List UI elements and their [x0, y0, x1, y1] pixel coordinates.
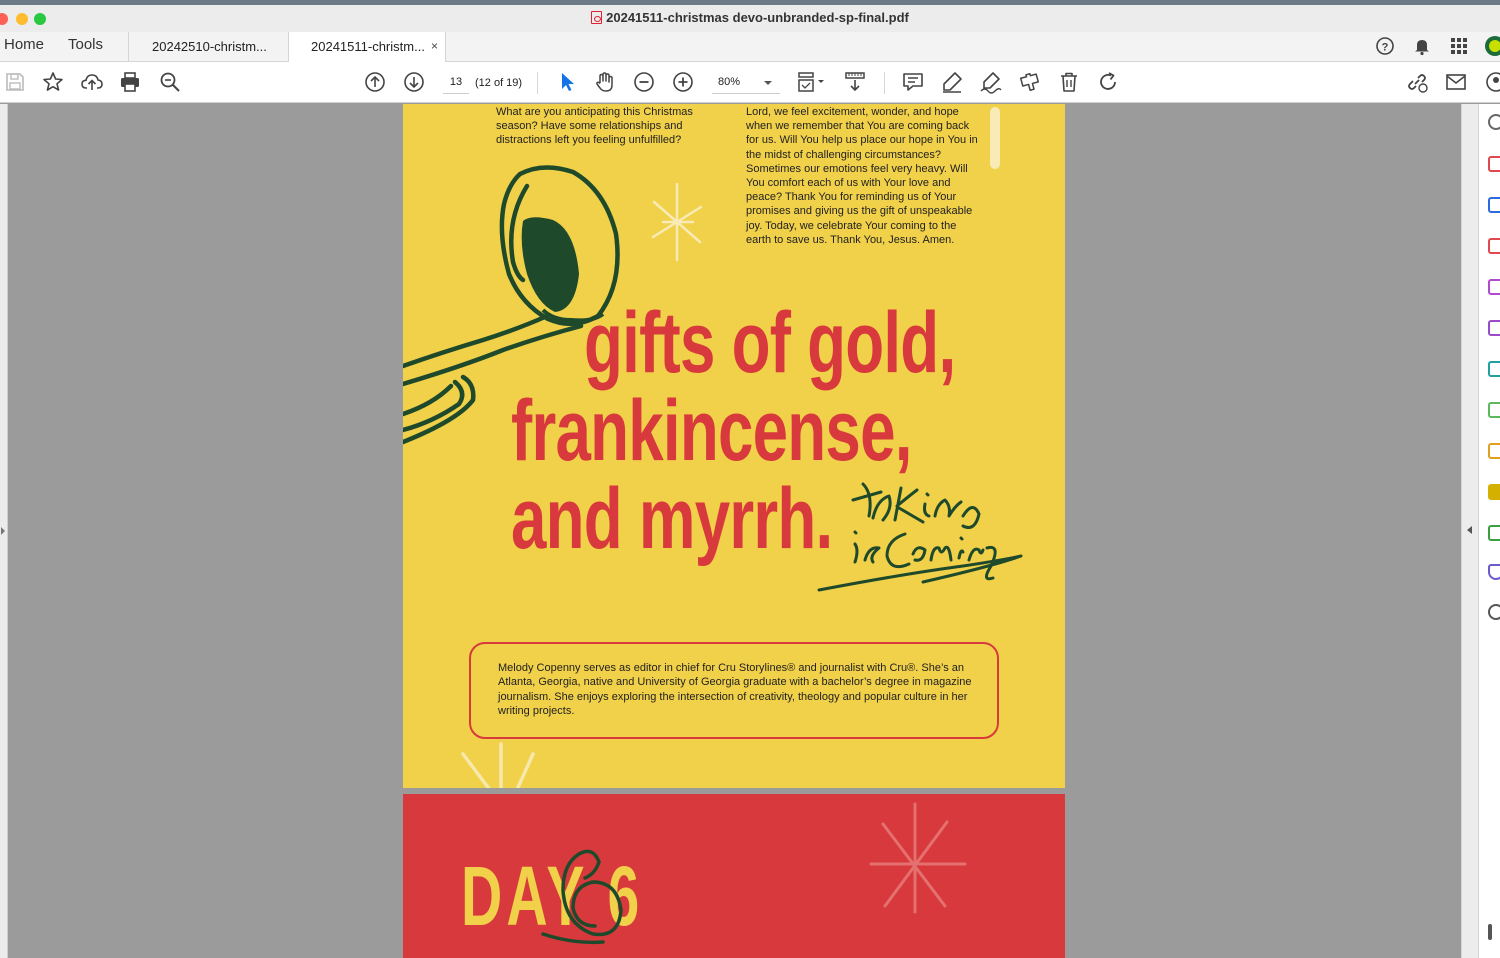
- document-tab[interactable]: 20242510-christm...: [128, 32, 288, 62]
- highlight-pen-icon[interactable]: [940, 70, 964, 94]
- tools-tab[interactable]: Tools: [68, 36, 103, 53]
- left-panel-toggle[interactable]: [0, 104, 8, 958]
- close-tab-icon[interactable]: ×: [431, 39, 438, 53]
- page-number-input[interactable]: 13: [443, 72, 469, 94]
- help-icon[interactable]: ?: [1375, 36, 1395, 61]
- document-tab-active[interactable]: 20241511-christm... ×: [288, 32, 446, 63]
- print-icon[interactable]: [118, 70, 142, 94]
- headline-line-2: frankincense,: [511, 383, 912, 479]
- chevron-down-icon: [764, 81, 772, 85]
- title-bar: 20241511-christmas devo-unbranded-sp-fin…: [0, 0, 1500, 32]
- document-tab-label: 20241511-christm...: [311, 39, 425, 54]
- email-icon[interactable]: [1444, 70, 1468, 94]
- page-count-label: (12 of 19): [475, 77, 523, 89]
- organize-pages-icon[interactable]: [1488, 402, 1500, 418]
- avatar[interactable]: [1484, 35, 1500, 62]
- reflection-question: What are you anticipating this Christmas…: [496, 106, 693, 147]
- share-link-icon[interactable]: [1405, 70, 1429, 94]
- rail-tool-icon[interactable]: [1488, 114, 1500, 130]
- zoom-in-icon[interactable]: [671, 70, 695, 94]
- french-horn-illustration: [541, 849, 623, 945]
- pdf-page: DAY 6: [403, 794, 1065, 958]
- zoom-out-icon[interactable]: [632, 70, 656, 94]
- rotate-icon[interactable]: [1096, 70, 1120, 94]
- rail-collapse-icon[interactable]: [1488, 924, 1492, 940]
- bell-icon[interactable]: [1412, 36, 1432, 61]
- bookmark-star-icon[interactable]: [41, 70, 65, 94]
- more-tools-wrench-icon[interactable]: [1488, 604, 1500, 620]
- create-pdf-icon[interactable]: [1488, 156, 1500, 172]
- document-tab-label: 20242510-christm...: [152, 39, 267, 54]
- prayer-text: Lord, we feel excitement, wonder, and ho…: [746, 106, 978, 246]
- trash-icon[interactable]: [1057, 70, 1081, 94]
- toolbar-divider: [537, 72, 538, 94]
- comment-icon[interactable]: [901, 70, 925, 94]
- pdf-file-icon: [591, 11, 603, 24]
- hand-tool-icon[interactable]: [593, 70, 617, 94]
- zoom-select[interactable]: 80%: [712, 72, 780, 94]
- author-bio-text: Melody Copenny serves as editor in chief…: [498, 662, 972, 717]
- zoom-value: 80%: [718, 76, 741, 88]
- page-layout-icon[interactable]: [796, 70, 828, 94]
- export-pdf-icon[interactable]: [1488, 238, 1500, 254]
- edit-pdf-icon[interactable]: [1488, 197, 1500, 213]
- headline-line-3: and myrrh.: [511, 471, 833, 567]
- pdf-page: What are you anticipating this Christmas…: [403, 104, 1065, 788]
- main-toolbar: 13 (12 of 19) 80%: [0, 62, 1500, 103]
- window-title: 20241511-christmas devo-unbranded-sp-fin…: [0, 10, 1500, 25]
- acrobat-window: 20241511-christmas devo-unbranded-sp-fin…: [0, 0, 1500, 958]
- previous-page-icon[interactable]: [363, 70, 387, 94]
- window-title-text: 20241511-christmas devo-unbranded-sp-fin…: [606, 10, 909, 25]
- star-decoration: [651, 182, 703, 262]
- account-icon[interactable]: [1484, 70, 1500, 94]
- draw-sign-icon[interactable]: [979, 70, 1003, 94]
- next-page-icon[interactable]: [402, 70, 426, 94]
- search-zoom-icon[interactable]: [158, 70, 182, 94]
- right-panel-toggle[interactable]: [1461, 104, 1478, 958]
- apps-grid-icon[interactable]: [1449, 36, 1469, 61]
- scan-ocr-icon[interactable]: [1488, 361, 1500, 377]
- script-text-drawing: [817, 482, 1023, 592]
- cloud-upload-icon[interactable]: [80, 70, 104, 94]
- author-bio-box: Melody Copenny serves as editor in chief…: [469, 642, 999, 739]
- scroll-mode-icon[interactable]: [843, 70, 867, 94]
- toolbar-divider: [884, 72, 885, 94]
- tab-bar: Home Tools 20242510-christm... 20241511-…: [0, 32, 1500, 63]
- headline-line-1: gifts of gold,: [584, 295, 956, 391]
- request-signature-icon[interactable]: [1488, 279, 1500, 295]
- svg-text:?: ?: [1382, 42, 1389, 54]
- select-cursor-icon[interactable]: [555, 70, 579, 94]
- comment-tool-icon[interactable]: [1488, 484, 1500, 500]
- compress-pdf-icon[interactable]: [1488, 525, 1500, 541]
- save-icon[interactable]: [3, 70, 27, 94]
- fill-sign-icon[interactable]: [1488, 320, 1500, 336]
- protect-shield-icon[interactable]: [1488, 564, 1500, 580]
- tools-rail: [1478, 104, 1500, 958]
- home-tab[interactable]: Home: [4, 36, 44, 53]
- combine-files-icon[interactable]: [1488, 443, 1500, 459]
- edit-stamp-icon[interactable]: [1018, 70, 1042, 94]
